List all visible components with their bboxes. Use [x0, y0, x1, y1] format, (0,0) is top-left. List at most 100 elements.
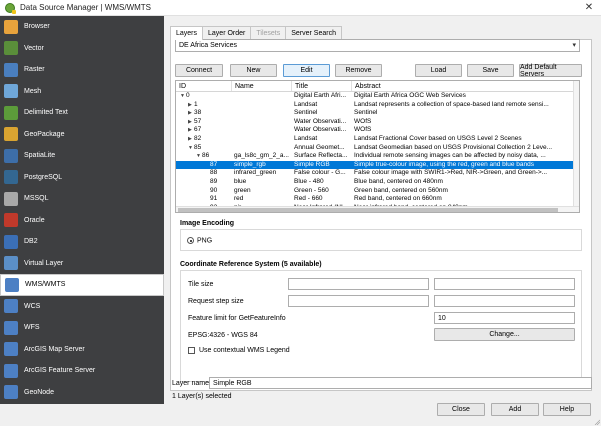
contextual-legend-checkbox[interactable] [188, 347, 195, 354]
sidebar-item-arcgis-map-server[interactable]: ArcGIS Map Server [0, 339, 164, 361]
tree-horizontal-scrollbar[interactable] [176, 206, 579, 212]
png-radio[interactable] [187, 237, 194, 244]
column-header-abstract[interactable]: Abstract [352, 81, 577, 91]
scrollbar-thumb[interactable] [178, 208, 558, 212]
sidebar-item-wfs[interactable]: WFS [0, 317, 164, 339]
tab-layer-order[interactable]: Layer Order [202, 26, 252, 39]
sidebar-item-geonode[interactable]: GeoNode [0, 382, 164, 404]
layer-tree-row[interactable]: 91 red Red - 660 Red band, centered on 660n… [176, 195, 579, 204]
tile-width-input[interactable] [288, 278, 429, 290]
sidebar-item-mesh[interactable]: Mesh [0, 81, 164, 103]
close-button[interactable]: Close [437, 403, 485, 416]
add-default-servers-button[interactable]: Add Default Servers [519, 64, 582, 78]
image-encoding-group: PNG [180, 229, 582, 251]
help-button[interactable]: Help [543, 403, 591, 416]
sidebar-item-wcs[interactable]: WCS [0, 296, 164, 318]
layer-tree-row[interactable]: ▶ 57 Water Observati... WOfS [176, 118, 579, 127]
arcgis-feature-server-icon [4, 363, 18, 378]
qgis-logo-icon [5, 2, 16, 14]
spatialite-icon [4, 148, 18, 163]
mesh-icon [4, 84, 18, 99]
add-button[interactable]: Add [491, 403, 539, 416]
step-height-input[interactable] [434, 295, 575, 307]
layer-tree-row[interactable]: 89 blue Blue - 480 Blue band, centered on 4… [176, 178, 579, 187]
layer-tree-row[interactable]: ▶ 38 Sentinel Sentinel [176, 109, 579, 118]
sidebar-item-virtual-layer[interactable]: Virtual Layer [0, 253, 164, 275]
sidebar-item-mssql[interactable]: MSSQL [0, 188, 164, 210]
layer-abstract-cell: Landsat Fractional Cover based on USGS L… [354, 134, 522, 142]
column-header-title[interactable]: Title [292, 81, 352, 91]
layer-name-cell: green [234, 186, 251, 194]
sidebar-item-geopackage[interactable]: GeoPackage [0, 124, 164, 146]
sidebar-item-spatialite[interactable]: SpatiaLite [0, 145, 164, 167]
layer-id-text: 89 [210, 177, 218, 185]
delimited-text-icon [4, 105, 18, 120]
layer-tree-row[interactable]: ▼86 ga_ls8c_gm_2_a... Surface Reflecta... I… [176, 152, 579, 161]
layer-id-text: 67 [194, 126, 202, 134]
window-titlebar: Data Source Manager | WMS/WMTS ✕ [0, 0, 601, 16]
tile-height-input[interactable] [434, 278, 575, 290]
main-panel: Layers Layer Order Tilesets Server Search D… [166, 16, 599, 426]
layer-name-cell: simple_rgb [234, 160, 266, 168]
layer-name-cell [232, 101, 292, 110]
layer-title-cell: Annual Geomet... [294, 143, 345, 151]
step-width-input[interactable] [288, 295, 429, 307]
layer-abstract-cell: Simple true-colour image, using the red,… [354, 160, 534, 168]
layer-tree-row[interactable]: ▼85 Annual Geomet... Landsat Geomedian bas… [176, 144, 579, 153]
layer-id-cell: ▶ 82 [176, 135, 232, 144]
sidebar-item-postgresql[interactable]: PostgreSQL [0, 167, 164, 189]
layer-id-text: 86 [202, 152, 210, 160]
png-option[interactable]: PNG [187, 237, 212, 244]
sidebar-item-vector[interactable]: Vector [0, 38, 164, 60]
layer-tree-row[interactable]: 87 simple_rgb Simple RGB Simple true-colour… [176, 160, 579, 170]
layer-id-text: 90 [210, 186, 218, 194]
layer-tree-row[interactable]: ▼0 Digital Earth Afri... Digital Earth Afr… [176, 92, 579, 101]
layer-tree[interactable]: ID Name Title Abstract ▼0 Digital Earth A… [175, 80, 580, 213]
sidebar-item-arcgis-feature-server[interactable]: ArcGIS Feature Server [0, 360, 164, 382]
window-close-icon[interactable]: ✕ [583, 2, 595, 14]
layer-id-text: 91 [210, 195, 218, 203]
layer-tree-row[interactable]: ▶ 67 Water Observati... WOfS [176, 126, 579, 135]
sidebar-item-delimited-text[interactable]: Delimited Text [0, 102, 164, 124]
tab-layers[interactable]: Layers [170, 26, 204, 40]
layer-id-text: 0 [186, 92, 190, 99]
column-header-name[interactable]: Name [232, 81, 292, 91]
sidebar-item-wms-wmts[interactable]: WMS/WMTS [0, 274, 164, 296]
layer-tree-row[interactable]: ▶ 1 Landsat Landsat represents a collection… [176, 101, 579, 110]
layer-id-cell: 88 [176, 169, 232, 178]
layer-title-cell: Green - 560 [294, 186, 329, 194]
layer-name-cell [232, 118, 292, 127]
column-header-id[interactable]: ID [176, 81, 232, 91]
remove-button[interactable]: Remove [335, 64, 382, 77]
layer-tree-row[interactable]: 90 green Green - 560 Green band, centered o… [176, 187, 579, 196]
sidebar-item-label: WMS/WMTS [25, 281, 66, 289]
tab-server-search[interactable]: Server Search [285, 26, 342, 39]
sidebar-item-raster[interactable]: Raster [0, 59, 164, 81]
contextual-legend-option[interactable]: Use contextual WMS Legend [188, 347, 290, 354]
virtual-layer-icon [4, 256, 18, 271]
layer-tree-row[interactable]: 88 infrared_green False colour - G... False… [176, 169, 579, 178]
selection-status: 1 Layer(s) selected [172, 393, 232, 400]
layer-abstract-cell: False colour image with SWIR1->Red, NIR-… [354, 169, 548, 177]
edit-button[interactable]: Edit [283, 64, 330, 77]
connect-button[interactable]: Connect [175, 64, 223, 77]
layer-tree-row[interactable]: ▶ 82 Landsat Landsat Fractional Cover based… [176, 135, 579, 144]
change-crs-button[interactable]: Change... [434, 328, 575, 341]
feature-limit-input[interactable]: 10 [434, 312, 575, 324]
sidebar-item-db2[interactable]: DB2 [0, 231, 164, 253]
load-button[interactable]: Load [415, 64, 462, 77]
tree-vertical-scrollbar[interactable] [573, 81, 579, 212]
layer-id-cell: 90 [176, 187, 232, 196]
connection-combo[interactable]: DE Africa Services ▾ [175, 39, 580, 52]
layer-abstract-cell: Landsat represents a collection of space… [354, 100, 549, 108]
new-button[interactable]: New [230, 64, 277, 77]
sidebar-item-label: Mesh [24, 87, 42, 95]
sidebar-item-browser[interactable]: Browser [0, 16, 164, 38]
save-button[interactable]: Save [467, 64, 514, 77]
layer-name-input[interactable]: Simple RGB [209, 377, 592, 389]
layer-id-cell: 91 [176, 195, 232, 204]
layer-id-cell: 87 [176, 161, 232, 170]
sidebar-item-oracle[interactable]: Oracle [0, 210, 164, 232]
resize-grip-icon[interactable] [594, 419, 600, 425]
layer-abstract-cell: WOfS [354, 117, 372, 125]
